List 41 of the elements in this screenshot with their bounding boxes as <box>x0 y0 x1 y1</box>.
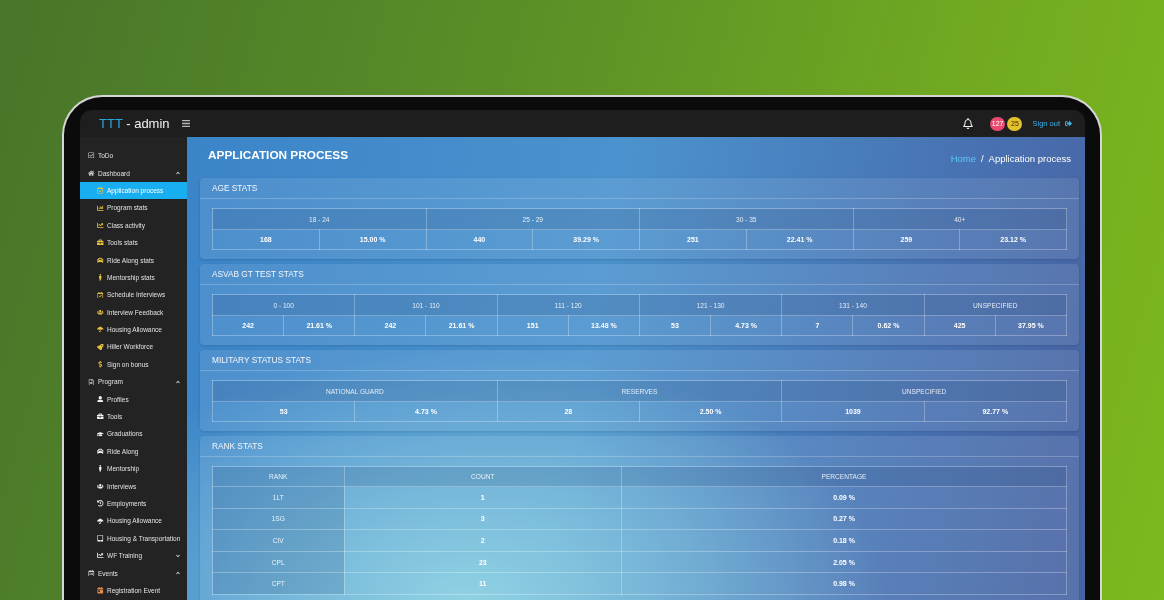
card-title: RANK STATS <box>200 436 1079 457</box>
current-page-label: Application process <box>988 153 1071 164</box>
rocket-icon <box>97 343 104 351</box>
home-icon <box>88 169 95 177</box>
briefcase-icon <box>97 239 104 246</box>
graduation-cap-icon <box>97 430 104 438</box>
users-icon <box>97 308 104 316</box>
user-icon <box>97 395 104 403</box>
users-icon <box>97 482 104 490</box>
bell-icon[interactable] <box>962 118 973 129</box>
menu-icon[interactable] <box>180 119 191 128</box>
bar-chart-icon <box>97 204 104 212</box>
calendar-icon <box>88 569 95 577</box>
person-icon <box>97 465 104 472</box>
card-title: MILITARY STATUS STATS <box>200 350 1079 371</box>
chevron-up-icon[interactable] <box>175 378 181 385</box>
document-icon <box>88 378 95 385</box>
history-icon <box>97 500 104 507</box>
calendar-check-icon <box>97 291 104 299</box>
tablet-icon <box>97 535 104 542</box>
calendar-check-icon <box>97 187 104 194</box>
chevron-down-icon[interactable] <box>175 552 181 559</box>
dollar-icon <box>97 361 104 368</box>
umbrella-icon <box>97 517 104 525</box>
breadcrumb-separator: / <box>980 153 984 164</box>
line-chart-icon <box>97 552 104 559</box>
car-icon <box>97 448 104 455</box>
sign-out-icon <box>1065 120 1072 127</box>
checkbox-icon <box>88 152 95 159</box>
umbrella-icon <box>97 326 104 333</box>
car-icon <box>97 256 104 264</box>
page-title: APPLICATION PROCESS <box>208 148 349 162</box>
calendar-icon <box>97 587 104 594</box>
card-title: AGE STATS <box>200 178 1079 199</box>
person-icon <box>97 274 104 281</box>
briefcase-icon <box>97 413 104 420</box>
line-chart-icon <box>97 222 104 229</box>
chevron-up-icon[interactable] <box>175 570 181 577</box>
chevron-up-icon[interactable] <box>175 170 181 177</box>
card-title: ASVAB GT TEST STATS <box>200 264 1079 285</box>
brand-title: TTT - admin <box>99 116 170 131</box>
